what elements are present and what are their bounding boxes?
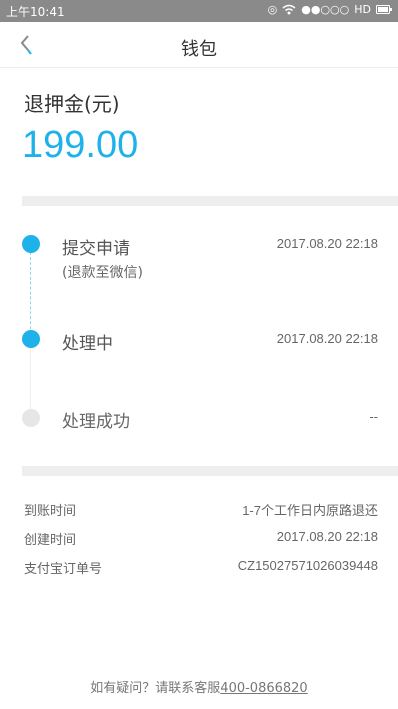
timeline-dot-inactive: [22, 409, 40, 427]
timeline-dot-active: [22, 235, 40, 253]
timeline-step-title: 提交申请: [62, 239, 130, 259]
help-prompt: 如有疑问？请联系客服: [90, 681, 221, 696]
detail-value: 2017.08.20 22:18: [276, 529, 378, 544]
status-icons: ◎ ●●○○○ HD: [267, 3, 392, 16]
timeline-step-time: 2017.08.20 22:18: [276, 331, 378, 346]
timeline-connector: [30, 252, 31, 334]
alarm-icon: ◎: [267, 3, 278, 16]
wifi-icon: [282, 4, 296, 15]
timeline-step-title: 处理中: [62, 334, 113, 354]
battery-icon: [376, 5, 392, 14]
help-footer: 如有疑问？请联系客服400-0866820: [0, 677, 398, 696]
timeline-step-title: 处理成功: [62, 412, 130, 432]
customer-service-phone-link[interactable]: 400-0866820: [220, 681, 307, 696]
timeline-connector: [30, 348, 31, 410]
timeline-step-time: --: [369, 409, 378, 424]
timeline-step-time: 2017.08.20 22:18: [276, 236, 378, 251]
timeline-step-subtitle: (退款至微信): [62, 265, 143, 281]
refund-amount: 199.00: [22, 124, 139, 166]
detail-label: 创建时间: [24, 533, 77, 548]
detail-value: CZ15027571026039448: [237, 558, 378, 573]
detail-label: 支付宝订单号: [24, 562, 103, 577]
page-title: 钱包: [181, 39, 217, 60]
status-bar: 上午10:41 ◎ ●●○○○ HD: [0, 0, 398, 22]
signal-icon: ●●○○○: [301, 3, 350, 16]
timeline-dot-active: [22, 330, 40, 348]
status-time: 上午10:41: [6, 5, 65, 19]
detail-label: 到账时间: [24, 504, 77, 519]
refund-deposit-label: 退押金(元): [24, 92, 120, 116]
section-divider: [22, 196, 398, 206]
network-type: HD: [354, 3, 371, 16]
nav-bar: 钱包: [0, 22, 398, 68]
section-divider: [22, 466, 398, 476]
detail-value: 1-7个工作日内原路退还: [242, 503, 378, 518]
